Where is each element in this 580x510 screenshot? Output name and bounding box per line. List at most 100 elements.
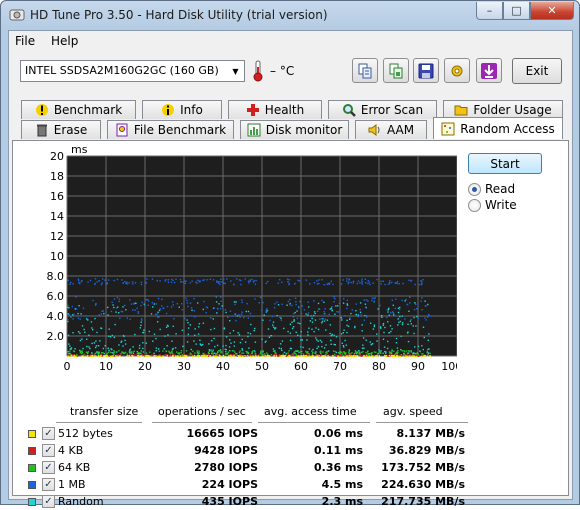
speaker-icon	[368, 124, 380, 136]
data-point	[77, 312, 79, 315]
speed-cell: 217.735 MB/s	[381, 495, 465, 508]
maximize-button[interactable]: □	[503, 2, 530, 20]
data-point	[420, 355, 423, 358]
tab-info[interactable]: Info	[142, 100, 222, 119]
title-bar[interactable]: HD Tune Pro 3.50 - Hard Disk Utility (tr…	[1, 1, 579, 29]
data-point	[354, 355, 357, 357]
data-point	[238, 279, 241, 281]
data-point	[335, 305, 337, 307]
copy-info-button[interactable]	[352, 58, 378, 83]
data-point	[190, 353, 192, 355]
read-radio-dot[interactable]	[468, 182, 481, 196]
menu-file[interactable]: File	[15, 34, 35, 48]
tab-health[interactable]: Health	[228, 100, 322, 119]
data-point	[381, 316, 383, 318]
data-point	[382, 280, 384, 282]
start-button[interactable]: Start	[468, 153, 542, 174]
tab-error-scan[interactable]: Error Scan	[328, 100, 437, 119]
data-point	[365, 339, 367, 341]
ops-cell: 224 IOPS	[201, 478, 258, 491]
data-point	[268, 336, 271, 338]
write-radio-dot[interactable]	[468, 198, 481, 212]
data-point	[362, 344, 364, 346]
data-point	[352, 280, 355, 283]
chevron-down-icon[interactable]: ▼	[227, 61, 244, 81]
data-point	[130, 303, 133, 305]
data-point	[288, 282, 290, 285]
data-point	[187, 333, 189, 336]
series-checkbox[interactable]: ✓	[42, 495, 55, 508]
y-tick-label: 20	[50, 150, 64, 163]
data-point	[217, 354, 219, 356]
close-button[interactable]: ✕	[530, 2, 574, 20]
exit-button[interactable]: Exit	[512, 58, 562, 84]
data-point	[216, 307, 219, 310]
data-point	[124, 339, 126, 342]
data-point	[333, 301, 335, 303]
data-point	[393, 354, 396, 357]
minimize-button[interactable]: –	[476, 2, 503, 20]
app-icon	[9, 9, 25, 21]
data-point	[410, 351, 412, 353]
series-color-swatch	[28, 481, 36, 489]
data-point	[403, 352, 405, 355]
series-checkbox[interactable]: ✓	[42, 461, 55, 474]
data-point	[107, 347, 109, 349]
data-point	[116, 351, 118, 353]
data-point	[410, 318, 412, 321]
data-point	[140, 324, 142, 327]
data-point	[342, 355, 345, 357]
data-point	[347, 325, 350, 327]
data-point	[341, 318, 343, 320]
series-color-swatch	[28, 430, 36, 438]
data-point	[292, 316, 295, 318]
data-point	[385, 352, 387, 354]
data-point	[191, 280, 193, 282]
copy-screenshot-button[interactable]	[383, 58, 409, 83]
data-point	[406, 355, 408, 358]
data-point	[429, 315, 432, 317]
tab-benchmark[interactable]: Benchmark	[21, 100, 136, 119]
data-point	[341, 351, 343, 353]
data-point	[350, 355, 352, 357]
data-point	[140, 283, 143, 286]
data-point	[314, 319, 317, 321]
options-button[interactable]	[444, 58, 470, 83]
data-point	[177, 355, 179, 357]
x-tick-label: 0	[64, 360, 71, 373]
data-point	[412, 325, 414, 327]
download-button[interactable]	[476, 58, 502, 83]
data-point	[373, 324, 376, 326]
data-point	[261, 338, 263, 340]
read-radio[interactable]: Read	[468, 182, 515, 196]
tab-disk-monitor[interactable]: Disk monitor	[240, 120, 349, 139]
app-window: HD Tune Pro 3.50 - Hard Disk Utility (tr…	[0, 0, 580, 508]
series-checkbox[interactable]: ✓	[42, 444, 55, 457]
menu-help[interactable]: Help	[51, 34, 78, 48]
write-radio[interactable]: Write	[468, 198, 517, 212]
tab-random-access[interactable]: Random Access	[433, 117, 563, 139]
series-checkbox[interactable]: ✓	[42, 427, 55, 440]
data-point	[298, 280, 301, 282]
data-point	[215, 301, 218, 303]
data-point	[401, 323, 404, 326]
tab-aam[interactable]: AAM	[355, 120, 427, 139]
save-button[interactable]	[413, 58, 439, 83]
data-point	[94, 283, 96, 285]
ops-cell: 2780 IOPS	[194, 461, 258, 474]
data-point	[405, 350, 408, 352]
series-checkbox[interactable]: ✓	[42, 478, 55, 491]
data-point	[176, 351, 178, 353]
tab-erase[interactable]: Erase	[21, 120, 101, 139]
drive-select[interactable]: INTEL SSDSA2M160G2GC (160 GB) ▼	[20, 60, 245, 82]
data-point	[360, 314, 362, 316]
data-point	[158, 348, 160, 350]
tab-file-benchmark[interactable]: File Benchmark	[107, 120, 234, 139]
data-point	[228, 354, 230, 357]
data-point	[316, 339, 318, 341]
data-point	[325, 351, 327, 354]
data-point	[317, 310, 319, 312]
data-point	[417, 303, 419, 305]
data-point	[326, 319, 329, 321]
data-point	[170, 354, 172, 357]
